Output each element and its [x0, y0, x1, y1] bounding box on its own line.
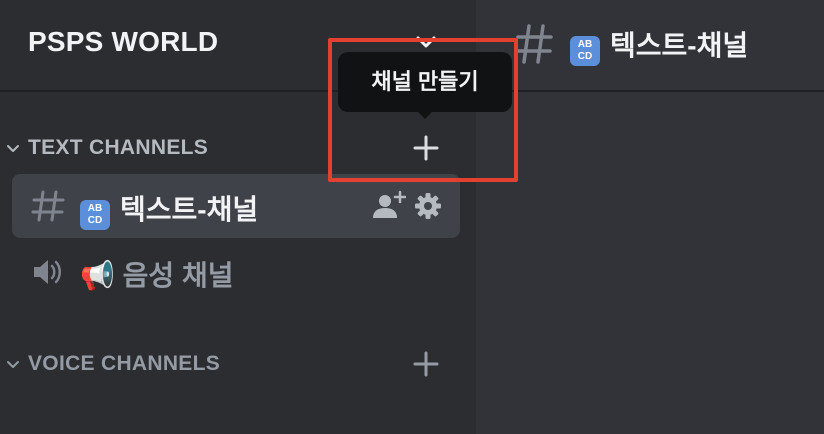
add-user-icon[interactable] — [372, 190, 406, 222]
category-label: TEXT CHANNELS — [28, 136, 209, 159]
create-channel-tooltip: 채널 만들기 — [338, 52, 512, 112]
channel-header: AB CD 텍스트-채널 — [476, 0, 824, 92]
category-label: VOICE CHANNELS — [28, 352, 221, 375]
chevron-down-icon — [7, 361, 19, 368]
plus-icon[interactable] — [410, 132, 442, 164]
channel-text[interactable]: AB CD 텍스트-채널 — [12, 174, 460, 238]
abcd-emoji-icon: AB CD — [570, 36, 600, 66]
server-name: PSPS WORLD — [28, 26, 219, 57]
category-voice-channels[interactable]: VOICE CHANNELS — [0, 344, 476, 384]
channel-title: AB CD 텍스트-채널 — [570, 24, 748, 66]
gear-icon[interactable] — [414, 192, 442, 220]
channel-label: 📢 음성 채널 — [80, 260, 234, 291]
main-content: AB CD 텍스트-채널 — [476, 0, 824, 434]
loudspeaker-emoji: 📢 — [80, 260, 115, 291]
channel-label: AB CD 텍스트-채널 — [80, 188, 258, 230]
speaker-icon — [34, 260, 61, 284]
tooltip-arrow — [417, 111, 433, 119]
hashtag-icon — [31, 190, 65, 222]
plus-icon[interactable] — [410, 348, 442, 380]
chevron-down-icon — [7, 145, 19, 152]
channel-voice[interactable]: 📢 음성 채널 — [12, 240, 460, 304]
category-text-channels[interactable]: TEXT CHANNELS — [0, 128, 476, 168]
hashtag-icon — [515, 24, 553, 64]
abcd-emoji-icon: AB CD — [80, 200, 110, 230]
